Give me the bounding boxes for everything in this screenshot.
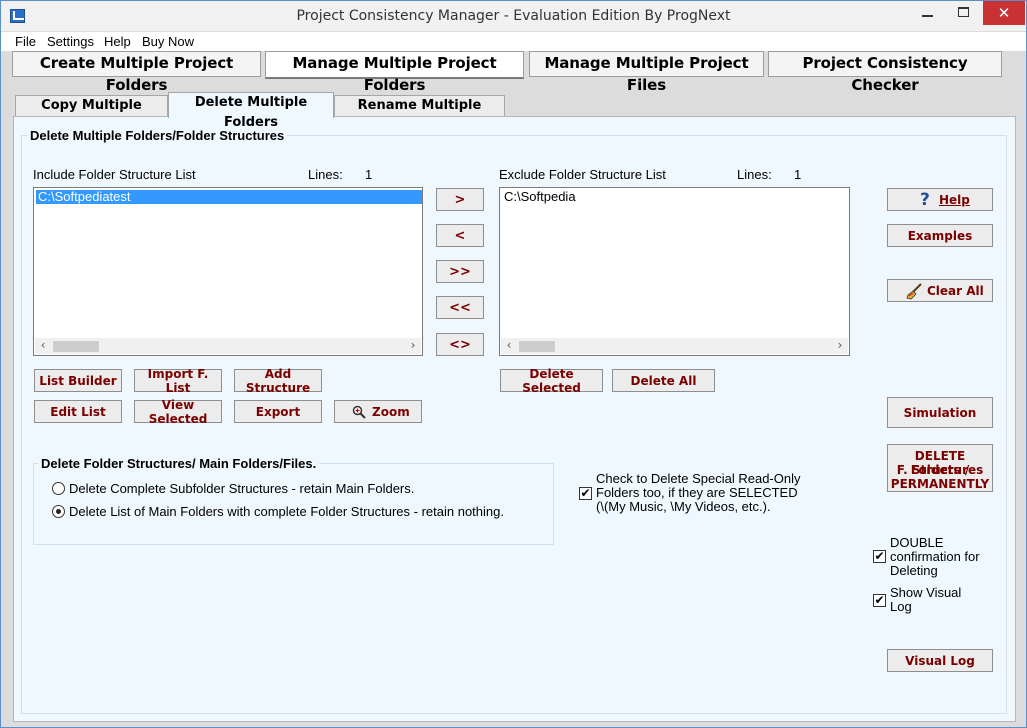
delete-permanently-button[interactable]: DELETE Folders / F. Structures PERMANENT… <box>887 444 993 492</box>
minimize-icon <box>922 15 933 17</box>
move-right-button[interactable]: > <box>436 188 484 211</box>
tab-delete-folders[interactable]: Delete Multiple Folders <box>168 92 334 130</box>
tab-manage-project-folders[interactable]: Manage Multiple Project Folders <box>265 51 524 94</box>
minimize-button[interactable] <box>910 1 946 25</box>
special-readonly-line-2: Folders too, if they are SELECTED <box>596 485 798 500</box>
export-button[interactable]: Export <box>234 400 322 423</box>
include-scrollbar[interactable]: ‹ › <box>35 338 421 354</box>
scroll-right-icon[interactable]: › <box>405 338 421 354</box>
list-builder-button[interactable]: List Builder <box>34 369 122 392</box>
include-lines-count: 1 <box>365 167 373 182</box>
clear-all-label: Clear All <box>927 284 984 298</box>
tab-consistency-checker[interactable]: Project Consistency Checker <box>768 51 1002 94</box>
add-structure-button[interactable]: Add Structure <box>234 367 322 395</box>
special-readonly-checkbox[interactable]: ✔ <box>579 487 592 500</box>
app-window: Project Consistency Manager - Evaluation… <box>0 0 1027 728</box>
title-bar[interactable]: Project Consistency Manager - Evaluation… <box>1 1 1026 31</box>
list-item[interactable]: C:\Softpediatest <box>36 190 422 204</box>
special-readonly-line-1: Check to Delete Special Read-Only <box>596 471 801 486</box>
list-item[interactable]: C:\Softpedia <box>502 190 702 204</box>
include-lines-label: Lines: <box>308 167 343 182</box>
show-visual-log-label[interactable]: Show Visual Log <box>890 586 961 614</box>
import-list-button[interactable]: Import F. List <box>134 367 222 395</box>
double-confirm-label[interactable]: DOUBLE confirmation for Deleting <box>890 536 980 578</box>
move-all-right-button[interactable]: >> <box>436 260 484 283</box>
close-icon: ✕ <box>997 4 1011 22</box>
menu-settings[interactable]: Settings <box>47 34 94 49</box>
double-confirm-line-2: confirmation for <box>890 549 980 564</box>
examples-button[interactable]: Examples <box>887 224 993 247</box>
move-left-button[interactable]: < <box>436 224 484 247</box>
scroll-thumb[interactable] <box>53 341 99 352</box>
view-selected-button[interactable]: View Selected <box>134 398 222 426</box>
window-title: Project Consistency Manager - Evaluation… <box>296 8 731 24</box>
checkmark-icon: ✔ <box>580 486 591 500</box>
show-visual-log-checkbox[interactable]: ✔ <box>873 594 886 607</box>
radio-retain-main-folders-label[interactable]: Delete Complete Subfolder Structures - r… <box>69 481 414 496</box>
scroll-left-icon[interactable]: ‹ <box>35 338 51 354</box>
double-confirm-line-3: Deleting <box>890 563 938 578</box>
help-button[interactable]: ? Help <box>887 188 993 211</box>
move-all-left-button[interactable]: << <box>436 296 484 319</box>
visual-log-button[interactable]: Visual Log <box>887 649 993 672</box>
menu-file[interactable]: File <box>15 34 36 49</box>
tab-copy-folders[interactable]: Copy Multiple Folders <box>15 95 168 133</box>
checkmark-icon: ✔ <box>874 593 885 607</box>
scroll-thumb[interactable] <box>519 341 555 352</box>
exclude-list[interactable]: C:\Softpedia ‹ › <box>499 187 850 356</box>
delete-permanently-line-2: F. Structures <box>896 463 984 477</box>
menu-help[interactable]: Help <box>104 34 131 49</box>
show-visual-log-line-2: Log <box>890 599 912 614</box>
delete-permanently-line-3: PERMANENTLY <box>890 477 990 491</box>
radio-retain-nothing-label[interactable]: Delete List of Main Folders with complet… <box>69 504 504 519</box>
broom-icon <box>906 283 922 300</box>
exclude-lines-label: Lines: <box>737 167 772 182</box>
delete-selected-button[interactable]: Delete Selected <box>500 367 603 395</box>
special-readonly-line-3: (\(My Music, \My Videos, etc.). <box>596 499 771 514</box>
include-list-label: Include Folder Structure List <box>33 167 196 182</box>
edit-list-button[interactable]: Edit List <box>34 400 122 423</box>
tab-create-project-folders[interactable]: Create Multiple Project Folders <box>12 51 261 94</box>
exclude-lines-count: 1 <box>794 167 802 182</box>
question-icon: ? <box>920 190 930 210</box>
maximize-button[interactable] <box>946 1 982 25</box>
include-list[interactable]: C:\Softpediatest ‹ › <box>33 187 423 356</box>
tab-manage-project-files[interactable]: Manage Multiple Project Files <box>529 51 764 94</box>
show-visual-log-line-1: Show Visual <box>890 585 962 600</box>
zoom-label: Zoom <box>372 405 410 419</box>
scroll-right-icon[interactable]: › <box>832 338 848 354</box>
radio-retain-main-folders[interactable] <box>52 482 65 495</box>
delete-mode-title: Delete Folder Structures/ Main Folders/F… <box>38 456 320 471</box>
double-confirm-line-1: DOUBLE <box>890 535 944 550</box>
radio-retain-nothing[interactable] <box>52 505 65 518</box>
checkmark-icon: ✔ <box>874 549 885 563</box>
help-label: Help <box>939 193 970 207</box>
exclude-scrollbar[interactable]: ‹ › <box>501 338 848 354</box>
double-confirm-checkbox[interactable]: ✔ <box>873 550 886 563</box>
delete-all-button[interactable]: Delete All <box>612 369 715 392</box>
zoom-button[interactable]: Zoom <box>334 400 422 423</box>
tab-rename-folders[interactable]: Rename Multiple Folders <box>334 95 505 133</box>
swap-lists-button[interactable]: <> <box>436 333 484 356</box>
exclude-list-label: Exclude Folder Structure List <box>499 167 666 182</box>
menu-bar: File Settings Help Buy Now <box>1 32 1026 51</box>
scroll-left-icon[interactable]: ‹ <box>501 338 517 354</box>
special-readonly-label[interactable]: Check to Delete Special Read-Only Folder… <box>596 472 801 514</box>
magnifier-icon <box>352 405 366 419</box>
menu-buy-now[interactable]: Buy Now <box>142 34 194 49</box>
close-button[interactable]: ✕ <box>983 1 1025 25</box>
clear-all-button[interactable]: Clear All <box>887 279 993 302</box>
maximize-icon <box>958 7 969 17</box>
simulation-button[interactable]: Simulation <box>887 397 993 428</box>
